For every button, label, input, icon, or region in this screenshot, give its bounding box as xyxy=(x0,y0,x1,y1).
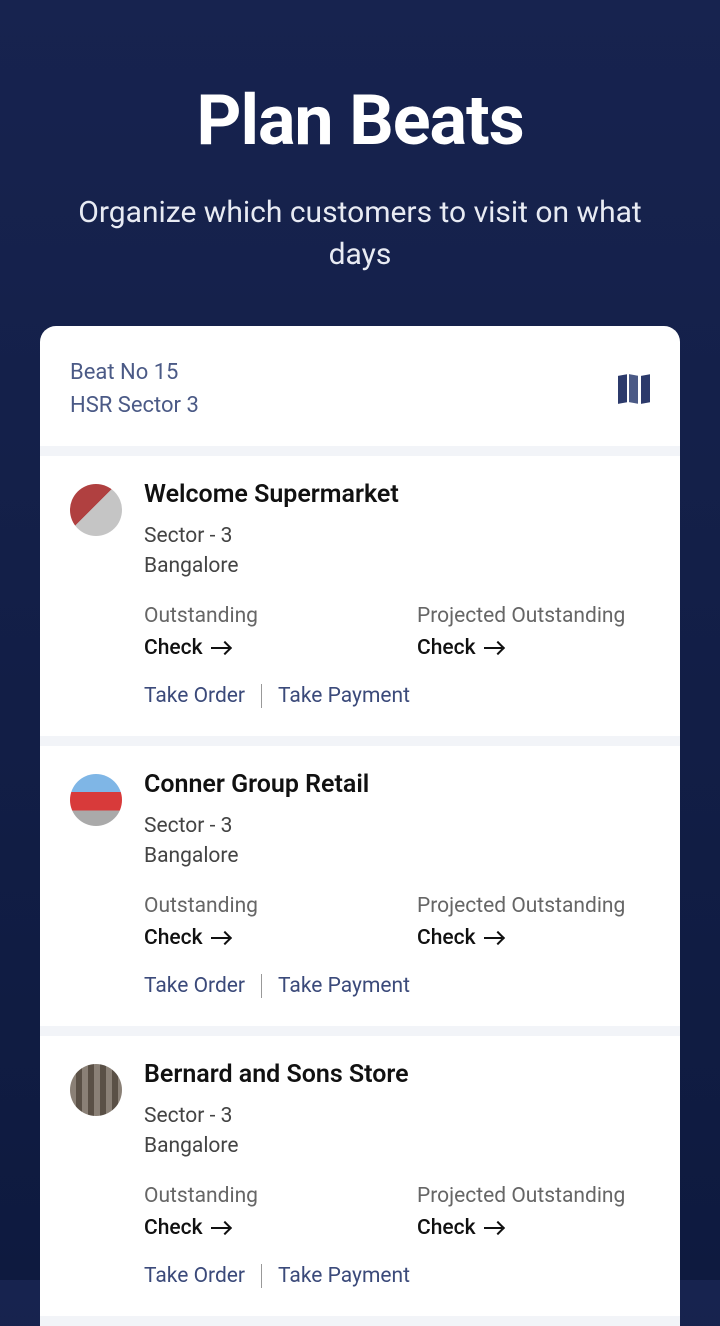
outstanding-label: Outstanding xyxy=(144,604,377,628)
check-projected-link[interactable]: Check xyxy=(417,926,502,950)
divider xyxy=(261,974,262,998)
map-icon[interactable] xyxy=(618,375,650,403)
metrics: Outstanding Check Projected Outstanding … xyxy=(144,604,650,660)
list-item[interactable]: Conner Group Retail Sector - 3Bangalore … xyxy=(40,746,680,1036)
list-item[interactable]: Bernard and Sons Store Sector - 3Bangalo… xyxy=(40,1036,680,1326)
take-payment-button[interactable]: Take Payment xyxy=(278,1264,410,1288)
divider xyxy=(261,1264,262,1288)
projected-metric: Projected Outstanding Check xyxy=(417,894,650,950)
arrow-right-icon xyxy=(211,1227,229,1229)
metrics: Outstanding Check Projected Outstanding … xyxy=(144,894,650,950)
projected-label: Projected Outstanding xyxy=(417,1184,650,1208)
projected-metric: Projected Outstanding Check xyxy=(417,1184,650,1240)
item-body: Conner Group Retail Sector - 3Bangalore … xyxy=(144,770,650,998)
take-order-button[interactable]: Take Order xyxy=(144,974,245,998)
divider xyxy=(261,684,262,708)
item-actions: Take Order Take Payment xyxy=(144,974,650,998)
check-outstanding-link[interactable]: Check xyxy=(144,636,229,660)
beat-meta: Beat No 15 HSR Sector 3 xyxy=(70,356,199,422)
arrow-right-icon xyxy=(484,937,502,939)
store-avatar xyxy=(70,774,122,826)
check-projected-link[interactable]: Check xyxy=(417,636,502,660)
outstanding-label: Outstanding xyxy=(144,1184,377,1208)
check-outstanding-link[interactable]: Check xyxy=(144,926,229,950)
list-item[interactable]: Welcome Supermarket Sector - 3Bangalore … xyxy=(40,456,680,746)
store-address: Sector - 3Bangalore xyxy=(144,1101,650,1162)
projected-metric: Projected Outstanding Check xyxy=(417,604,650,660)
outstanding-metric: Outstanding Check xyxy=(144,604,377,660)
beat-number: Beat No 15 xyxy=(70,356,199,389)
arrow-right-icon xyxy=(211,937,229,939)
customer-list: Welcome Supermarket Sector - 3Bangalore … xyxy=(40,456,680,1326)
take-order-button[interactable]: Take Order xyxy=(144,1264,245,1288)
page-subtitle: Organize which customers to visit on wha… xyxy=(60,192,660,276)
card-header: Beat No 15 HSR Sector 3 xyxy=(40,326,680,456)
item-actions: Take Order Take Payment xyxy=(144,684,650,708)
store-name: Conner Group Retail xyxy=(144,770,650,799)
outstanding-metric: Outstanding Check xyxy=(144,894,377,950)
item-actions: Take Order Take Payment xyxy=(144,1264,650,1288)
outstanding-label: Outstanding xyxy=(144,894,377,918)
take-payment-button[interactable]: Take Payment xyxy=(278,974,410,998)
store-name: Welcome Supermarket xyxy=(144,480,650,509)
page-title: Plan Beats xyxy=(50,80,670,162)
take-order-button[interactable]: Take Order xyxy=(144,684,245,708)
arrow-right-icon xyxy=(484,647,502,649)
projected-label: Projected Outstanding xyxy=(417,894,650,918)
arrow-right-icon xyxy=(211,647,229,649)
store-avatar xyxy=(70,1064,122,1116)
item-body: Bernard and Sons Store Sector - 3Bangalo… xyxy=(144,1060,650,1288)
take-payment-button[interactable]: Take Payment xyxy=(278,684,410,708)
store-avatar xyxy=(70,484,122,536)
metrics: Outstanding Check Projected Outstanding … xyxy=(144,1184,650,1240)
store-address: Sector - 3Bangalore xyxy=(144,521,650,582)
store-address: Sector - 3Bangalore xyxy=(144,811,650,872)
outstanding-metric: Outstanding Check xyxy=(144,1184,377,1240)
check-outstanding-link[interactable]: Check xyxy=(144,1216,229,1240)
arrow-right-icon xyxy=(484,1227,502,1229)
beat-card: Beat No 15 HSR Sector 3 Welcome Supermar… xyxy=(40,326,680,1326)
beat-area: HSR Sector 3 xyxy=(70,389,199,422)
check-projected-link[interactable]: Check xyxy=(417,1216,502,1240)
item-body: Welcome Supermarket Sector - 3Bangalore … xyxy=(144,480,650,708)
store-name: Bernard and Sons Store xyxy=(144,1060,650,1089)
projected-label: Projected Outstanding xyxy=(417,604,650,628)
hero: Plan Beats Organize which customers to v… xyxy=(0,0,720,326)
